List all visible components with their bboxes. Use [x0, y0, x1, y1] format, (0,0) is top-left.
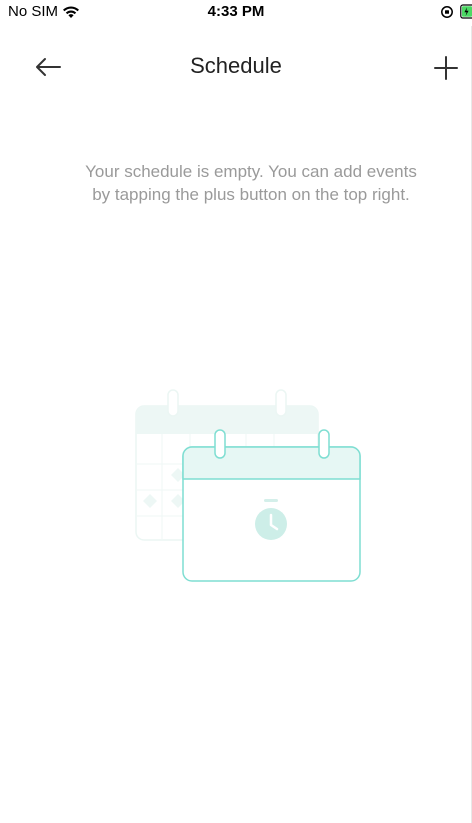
status-bar: No SIM 4:33 PM [0, 0, 472, 26]
status-right-icons [440, 4, 472, 20]
page-title: Schedule [190, 53, 282, 78]
calendar-timer-icon [135, 389, 361, 582]
plus-icon [434, 56, 458, 80]
empty-schedule-message: Your schedule is empty. You can add even… [85, 162, 417, 204]
orientation-lock-icon [441, 6, 453, 18]
nav-bar: Schedule [0, 40, 472, 96]
add-button[interactable] [426, 48, 466, 88]
battery-icon [460, 4, 472, 19]
status-time: 4:33 PM [207, 3, 265, 20]
